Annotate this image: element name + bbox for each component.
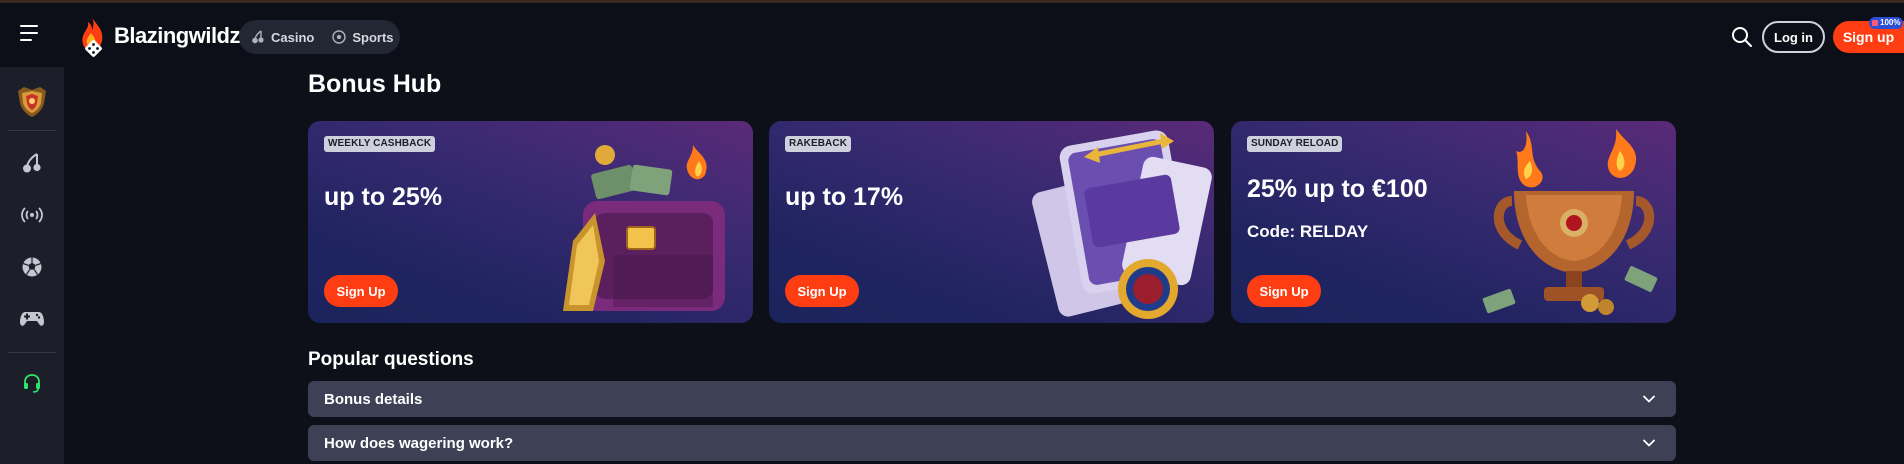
- bonus-headline: up to 25%: [324, 183, 443, 211]
- bonus-card-sunday-reload[interactable]: SUNDAY RELOAD 25% up to €100 Code: RELDA…: [1231, 121, 1676, 323]
- gamepad-icon: [20, 312, 44, 326]
- soccer-ball-icon: [332, 30, 347, 44]
- cashback-wallet-image: [563, 145, 725, 311]
- signup-bonus-badge: 100%: [1869, 17, 1904, 29]
- chevron-down-icon: [1643, 439, 1655, 447]
- top-header: Blazingwildz Casino Sports Log in Sign u: [0, 3, 1904, 67]
- bonus-tag: SUNDAY RELOAD: [1247, 136, 1343, 152]
- flaming-trophy-image: [1482, 129, 1658, 315]
- hamburger-menu-icon[interactable]: [20, 25, 44, 45]
- sidebar-item-vip[interactable]: [12, 81, 52, 121]
- sidebar-item-games[interactable]: [16, 303, 48, 335]
- sidebar-item-support[interactable]: [16, 367, 48, 399]
- bonus-headline: 25% up to €100: [1247, 175, 1428, 203]
- flame-logo-icon: [82, 17, 103, 57]
- shield-emblem-icon: [18, 87, 46, 117]
- rakeback-cards-image: [1032, 130, 1212, 319]
- signup-badge-text: 100%: [1880, 18, 1901, 27]
- nav-casino[interactable]: Casino: [247, 30, 318, 45]
- bonus-headline: up to 17%: [785, 183, 904, 211]
- headset-support-icon: [24, 374, 40, 393]
- nav-sports-label: Sports: [352, 29, 394, 45]
- login-button[interactable]: Log in: [1762, 21, 1825, 53]
- bonus-code: Code: RELDAY: [1247, 222, 1369, 241]
- soccer-ball-icon: [22, 257, 42, 277]
- nav-casino-label: Casino: [271, 29, 315, 45]
- bonus-signup-button[interactable]: Sign Up: [785, 275, 859, 307]
- bonus-card-rakeback[interactable]: RAKEBACK up to 17% Sign Up: [769, 121, 1214, 323]
- sidebar-item-sports[interactable]: [16, 251, 48, 283]
- search-icon[interactable]: [1730, 25, 1754, 49]
- faq-question: How does wagering work?: [324, 434, 514, 452]
- live-broadcast-icon: [21, 207, 43, 223]
- bonus-signup-button[interactable]: Sign Up: [1247, 275, 1321, 307]
- bonus-card-weekly-cashback[interactable]: WEEKLY CASHBACK up to 25% Sign Up: [308, 121, 753, 323]
- product-switcher: Casino Sports: [239, 20, 400, 54]
- faq-question: Bonus details: [324, 390, 423, 408]
- sidebar-item-casino[interactable]: [16, 147, 48, 179]
- brand-name: Blazingwildz: [114, 23, 241, 48]
- chevron-down-icon: [1643, 395, 1655, 403]
- cherries-icon: [23, 153, 41, 173]
- bonus-tag: WEEKLY CASHBACK: [324, 136, 436, 152]
- faq-item-wagering[interactable]: How does wagering work?: [308, 425, 1676, 461]
- gift-icon: [1872, 20, 1878, 26]
- bonus-signup-button[interactable]: Sign Up: [324, 275, 398, 307]
- page-title: Bonus Hub: [308, 70, 442, 98]
- cherries-icon: [252, 30, 264, 44]
- sidebar: [0, 67, 64, 464]
- faq-item-bonus-details[interactable]: Bonus details: [308, 381, 1676, 417]
- sidebar-divider: [8, 130, 56, 131]
- bonus-tag: RAKEBACK: [785, 136, 852, 152]
- sidebar-divider: [8, 352, 56, 353]
- faq-section-title: Popular questions: [308, 349, 474, 370]
- brand-logo[interactable]: Blazingwildz: [78, 15, 241, 57]
- nav-sports[interactable]: Sports: [328, 30, 397, 45]
- sidebar-item-live[interactable]: [16, 199, 48, 231]
